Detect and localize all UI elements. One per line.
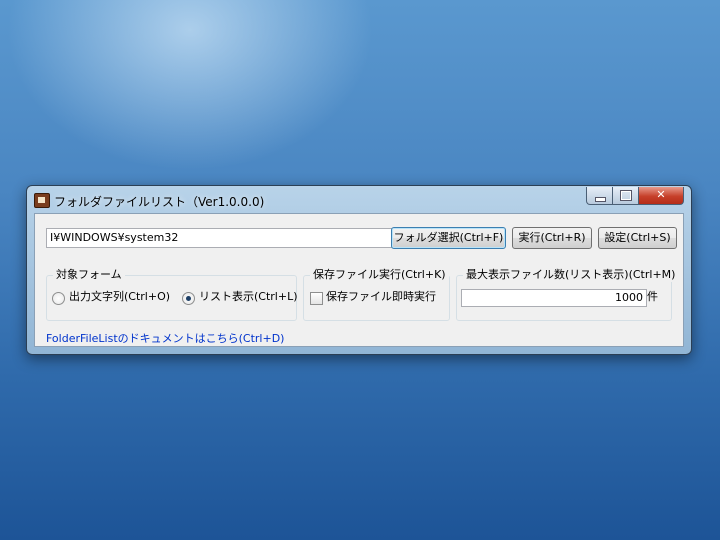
max-files-input[interactable]: 1000 (461, 289, 647, 307)
target-form-legend: 対象フォーム (53, 268, 125, 282)
save-file-legend: 保存ファイル実行(Ctrl+K) (310, 268, 449, 282)
close-icon: ✕ (656, 188, 666, 201)
output-string-radio[interactable] (52, 292, 65, 305)
documentation-link[interactable]: FolderFileListのドキュメントはこちら(Ctrl+D) (46, 332, 284, 346)
app-icon[interactable] (34, 193, 50, 208)
minimize-button[interactable] (586, 187, 613, 205)
app-window: フォルダファイルリスト（Ver1.0.0.0) ✕ I¥WINDOWS¥syst… (26, 185, 692, 355)
settings-button[interactable]: 設定(Ctrl+S) (598, 227, 677, 249)
folder-path-input[interactable]: I¥WINDOWS¥system32 (46, 228, 395, 248)
list-display-radio[interactable] (182, 292, 195, 305)
close-button[interactable]: ✕ (638, 187, 684, 205)
target-form-group: 対象フォーム 出力文字列(Ctrl+O) リスト表示(Ctrl+L) (46, 268, 298, 321)
window-title: フォルダファイルリスト（Ver1.0.0.0) (54, 195, 265, 209)
immediate-run-checkbox[interactable] (310, 292, 323, 305)
title-bar[interactable]: フォルダファイルリスト（Ver1.0.0.0) ✕ (27, 186, 691, 212)
folder-select-button[interactable]: フォルダ選択(Ctrl+F) (391, 227, 506, 249)
max-files-legend: 最大表示ファイル数(リスト表示)(Ctrl+M) (463, 268, 679, 282)
run-button[interactable]: 実行(Ctrl+R) (512, 227, 592, 249)
maximize-button[interactable] (612, 187, 639, 205)
list-display-label[interactable]: リスト表示(Ctrl+L) (199, 290, 298, 304)
immediate-run-label[interactable]: 保存ファイル即時実行 (326, 290, 436, 304)
client-area: I¥WINDOWS¥system32 フォルダ選択(Ctrl+F) 実行(Ctr… (34, 213, 684, 347)
maximize-icon (620, 190, 632, 201)
max-files-unit: 件 (647, 290, 658, 303)
max-files-group: 最大表示ファイル数(リスト表示)(Ctrl+M) 1000 件 (456, 268, 679, 321)
save-file-group: 保存ファイル実行(Ctrl+K) 保存ファイル即時実行 (303, 268, 450, 321)
output-string-label[interactable]: 出力文字列(Ctrl+O) (69, 290, 170, 304)
minimize-icon (595, 197, 606, 202)
